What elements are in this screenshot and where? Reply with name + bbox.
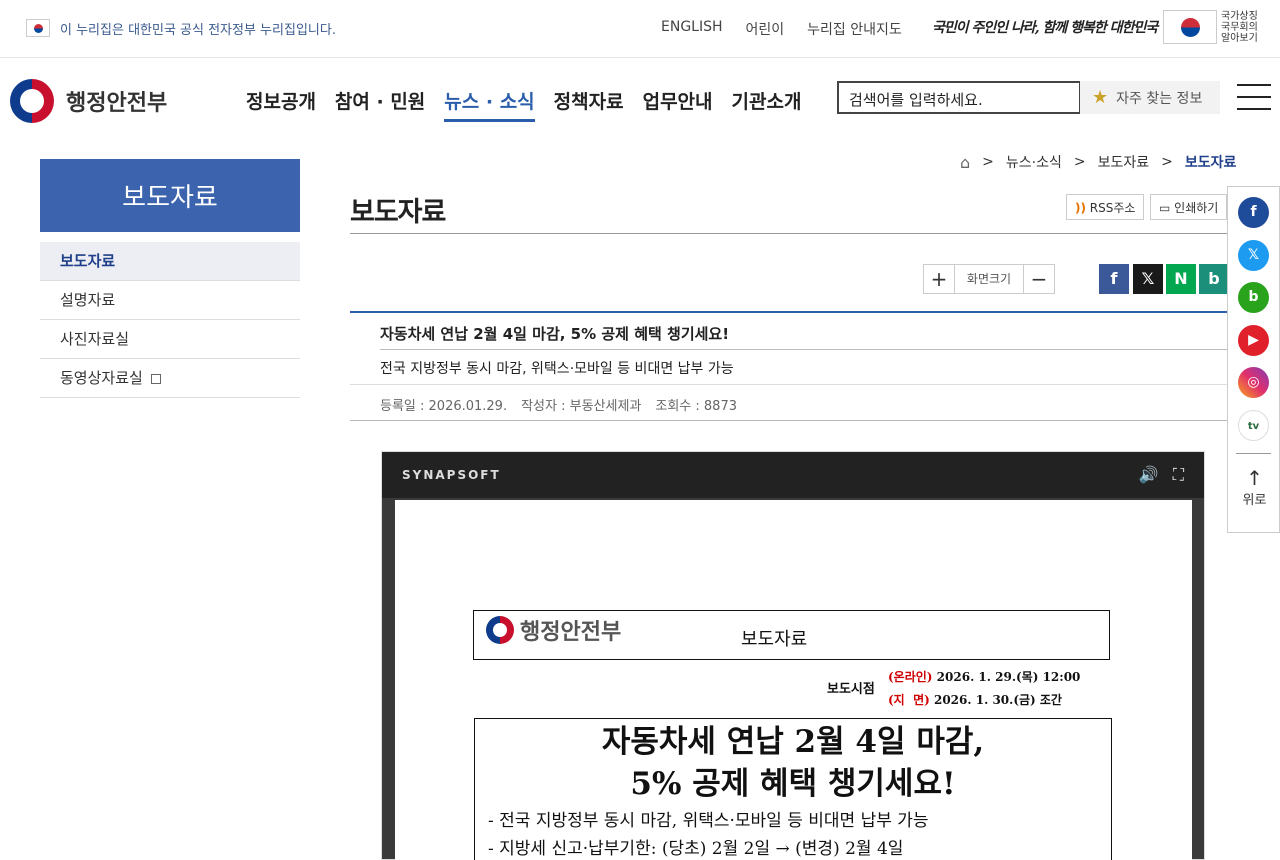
korea-flag-icon: [26, 19, 50, 37]
nav-about[interactable]: 기관소개: [732, 87, 802, 122]
taegeuk-logo-icon: [10, 79, 54, 123]
fullscreen-icon[interactable]: ⛶: [1173, 465, 1184, 485]
arrow-up-icon: ↑: [1246, 466, 1263, 490]
util-links: ENGLISH 어린이 누리집 안내지도: [661, 19, 902, 39]
kids-link[interactable]: 어린이: [746, 19, 785, 39]
breadcrumb-current[interactable]: 보도자료: [1185, 152, 1237, 172]
breadcrumb-separator: >: [1073, 154, 1086, 170]
article-views: 조회수 : 8873: [655, 399, 737, 414]
hamburger-menu-icon[interactable]: [1237, 84, 1271, 112]
viewer-toolbar: SYNAPSOFT 🔊 ⛶: [382, 452, 1204, 498]
blog-icon[interactable]: b: [1238, 282, 1269, 313]
korea-flag-icon: [1163, 10, 1217, 44]
doc-bullets: - 전국 지방정부 동시 마감, 위택스·모바일 등 비대면 납부 가능 - 지…: [488, 811, 929, 859]
share-band-icon[interactable]: b: [1199, 264, 1229, 294]
taegeuk-logo-icon: [486, 616, 514, 644]
zoom-label: 화면크기: [954, 265, 1024, 293]
share-naver-icon[interactable]: N: [1166, 264, 1196, 294]
page-title: 보도자료: [350, 197, 446, 228]
sidebar-item-label: 동영상자료실: [60, 369, 143, 387]
article-date: 등록일 : 2026.01.29.: [380, 399, 508, 414]
doc-headline-box: 자동차세 연납 2월 4일 마감, 5% 공제 혜택 챙기세요! - 전국 지방…: [474, 718, 1112, 860]
title-divider: [350, 233, 1230, 234]
breadcrumb-separator: >: [982, 154, 994, 170]
release-times: (온라인) 2026. 1. 29.(목) 12:00 (지 면) 2026. …: [888, 670, 1081, 707]
youtube-icon[interactable]: ▶: [1238, 325, 1269, 356]
x-twitter-icon[interactable]: 𝕏: [1238, 240, 1269, 271]
scroll-top-label: 위로: [1242, 493, 1267, 508]
star-icon: ★: [1092, 87, 1109, 108]
doc-label: 보도자료: [741, 629, 808, 650]
favorites-button[interactable]: ★ 자주 찾는 정보: [1080, 81, 1220, 114]
print-button[interactable]: ▭ 인쇄하기: [1150, 194, 1228, 220]
floating-social-bar: f 𝕏 b ▶ ◎ tv ↑ 위로: [1227, 186, 1280, 533]
breadcrumb-news[interactable]: 뉴스·소식: [1006, 152, 1062, 172]
sidebar-menu: 보도자료 설명자료 사진자료실 동영상자료실: [40, 242, 300, 398]
nav-info[interactable]: 정보공개: [246, 87, 316, 122]
doc-headline: 자동차세 연납 2월 4일 마감, 5% 공제 혜택 챙기세요!: [601, 724, 985, 802]
national-slogan: 국민이 주인인 나라, 함께 행복한 대한민국: [932, 20, 1158, 36]
breadcrumb: ⌂ > 뉴스·소식 > 보도자료 > 보도자료: [960, 152, 1236, 172]
sidebar-item-explanation[interactable]: 설명자료: [40, 281, 300, 320]
nav-policy[interactable]: 정책자료: [554, 87, 624, 122]
sidebar-item-press[interactable]: 보도자료: [40, 242, 300, 281]
facebook-icon[interactable]: f: [1238, 197, 1269, 228]
share-x-icon[interactable]: 𝕏: [1133, 264, 1163, 294]
zoom-in-button[interactable]: +: [924, 267, 954, 291]
site-header: 행정안전부 정보공개 참여 · 민원 뉴스 · 소식 정책자료 업무안내 기관소…: [0, 59, 1280, 139]
external-link-icon: [150, 373, 161, 384]
instagram-icon[interactable]: ◎: [1238, 367, 1269, 398]
rss-button[interactable]: )) RSS주소: [1066, 194, 1145, 220]
cabinet-link[interactable]: 국가상징 국무회의 알아보기: [1163, 10, 1258, 44]
english-link[interactable]: ENGLISH: [661, 19, 723, 39]
main-nav: 정보공개 참여 · 민원 뉴스 · 소식 정책자료 업무안내 기관소개: [246, 87, 801, 122]
zoom-out-button[interactable]: −: [1024, 267, 1054, 291]
nav-work[interactable]: 업무안내: [643, 87, 713, 122]
article-header: 자동차세 연납 2월 4일 마감, 5% 공제 혜택 챙기세요! 전국 지방정부…: [350, 311, 1230, 421]
breadcrumb-press[interactable]: 보도자료: [1098, 152, 1150, 172]
document-viewer[interactable]: SYNAPSOFT 🔊 ⛶ 행정안전부 보도자료 보도시점 (온라인) 2026…: [381, 451, 1205, 860]
gov-banner: 이 누리집은 대한민국 공식 전자정부 누리집입니다. ENGLISH 어린이 …: [0, 0, 1280, 58]
article-meta: 등록일 : 2026.01.29. 작성자 : 부동산세제과 조회수 : 887…: [350, 384, 1230, 421]
zoom-control: + 화면크기 −: [923, 264, 1055, 294]
speaker-icon[interactable]: 🔊: [1139, 465, 1159, 485]
share-facebook-icon[interactable]: f: [1099, 264, 1129, 294]
sitemap-link[interactable]: 누리집 안내지도: [807, 19, 902, 39]
doc-header-box: 행정안전부 보도자료: [473, 610, 1110, 660]
sidebar-item-videos[interactable]: 동영상자료실: [40, 359, 300, 398]
gov-banner-text[interactable]: 이 누리집은 대한민국 공식 전자정부 누리집입니다.: [60, 19, 336, 38]
nav-participation[interactable]: 참여 · 민원: [335, 87, 425, 122]
scroll-top-button[interactable]: ↑ 위로: [1228, 467, 1280, 508]
home-icon[interactable]: ⌂: [960, 153, 970, 172]
article-subtitle: 전국 지방정부 동시 마감, 위택스·모바일 등 비대면 납부 가능: [380, 361, 734, 377]
tv-icon[interactable]: tv: [1238, 410, 1269, 441]
cabinet-text: 국가상징 국무회의 알아보기: [1221, 10, 1258, 44]
viewer-brand: SYNAPSOFT: [402, 468, 501, 482]
article-author: 작성자 : 부동산세제과: [521, 399, 642, 414]
divider: [1236, 453, 1271, 454]
logo-text: 행정안전부: [66, 91, 168, 116]
sidebar-item-photos[interactable]: 사진자료실: [40, 320, 300, 359]
favorites-label: 자주 찾는 정보: [1116, 90, 1203, 107]
release-label: 보도시점: [827, 682, 875, 697]
document-page: 행정안전부 보도자료 보도시점 (온라인) 2026. 1. 29.(목) 12…: [395, 500, 1192, 860]
nav-news[interactable]: 뉴스 · 소식: [444, 87, 535, 122]
printer-icon: ▭: [1159, 201, 1171, 215]
sidebar-title: 보도자료: [40, 159, 300, 232]
breadcrumb-separator: >: [1161, 154, 1173, 170]
rss-icon: )): [1075, 201, 1086, 215]
site-logo[interactable]: 행정안전부: [10, 79, 167, 123]
doc-logo: 행정안전부: [486, 614, 621, 646]
search-input[interactable]: 검색어를 입력하세요.: [837, 81, 1081, 114]
article-title: 자동차세 연납 2월 4일 마감, 5% 공제 혜택 챙기세요!: [380, 313, 1230, 350]
